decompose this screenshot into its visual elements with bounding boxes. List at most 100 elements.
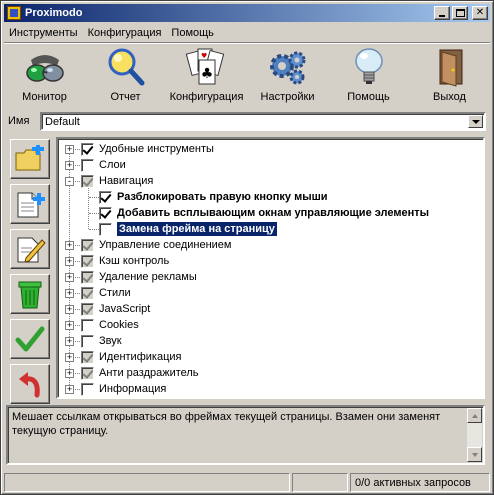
expand-icon[interactable]: +	[65, 289, 74, 298]
tree-item[interactable]: Кэш контроль	[81, 253, 169, 269]
tree-item-checkbox[interactable]	[81, 366, 94, 380]
tree-item[interactable]: Разблокировать правую кнопку мыши	[99, 189, 328, 205]
expand-icon[interactable]: +	[65, 353, 74, 362]
report-label: Отчет	[110, 91, 141, 103]
tree-branch-line	[89, 229, 99, 230]
edit-icon	[17, 237, 46, 263]
glasses-icon	[23, 46, 67, 88]
gears-icon	[266, 46, 310, 88]
tree-item[interactable]: JavaScript	[81, 301, 150, 317]
expand-icon[interactable]: +	[65, 145, 74, 154]
maximize-icon	[455, 9, 465, 17]
tree-item-checkbox[interactable]	[81, 174, 94, 188]
tree-item-checkbox[interactable]	[81, 286, 94, 300]
tree-item-checkbox[interactable]	[81, 302, 94, 316]
monitor-label: Монитор	[22, 91, 67, 103]
magnifier-icon	[104, 46, 148, 88]
tree-item-checkbox[interactable]	[81, 254, 94, 268]
tree-branch-line	[89, 197, 99, 198]
new-folder-icon	[15, 145, 44, 171]
tree-item[interactable]: Анти раздражитель	[81, 365, 199, 381]
menu-help[interactable]: Помощь	[166, 27, 219, 39]
tree-item-label: Информация	[99, 383, 167, 395]
scroll-down-icon[interactable]	[467, 447, 482, 462]
close-icon: ✕	[475, 7, 485, 18]
monitor-button[interactable]: Монитор	[4, 45, 85, 105]
tree-item-checkbox[interactable]	[81, 318, 94, 332]
status-pane-2	[292, 473, 348, 492]
tree-item-checkbox[interactable]	[81, 270, 94, 284]
description-scrollbar[interactable]	[467, 408, 482, 462]
svg-text:♥: ♥	[201, 52, 207, 60]
menu-tools[interactable]: Инструменты	[4, 27, 83, 39]
exit-label: Выход	[433, 91, 466, 103]
configuration-label: Конфигурация	[169, 91, 244, 103]
expand-icon[interactable]: +	[65, 273, 74, 282]
expand-icon[interactable]: +	[65, 321, 74, 330]
tree-item[interactable]: Звук	[81, 333, 122, 349]
tree-item[interactable]: Навигация	[81, 173, 153, 189]
expand-icon[interactable]: +	[65, 369, 74, 378]
tree-item-checkbox[interactable]	[99, 190, 112, 204]
report-button[interactable]: Отчет	[85, 45, 166, 105]
tree-item[interactable]: Замена фрейма на страницу	[99, 221, 277, 237]
tree-item-checkbox[interactable]	[99, 206, 112, 220]
settings-label: Настройки	[260, 91, 315, 103]
trash-icon	[18, 281, 42, 309]
tree-item-checkbox[interactable]	[81, 334, 94, 348]
exit-button[interactable]: Выход	[409, 45, 490, 105]
status-bar: 0/0 активных запросов	[4, 473, 490, 492]
tree-item[interactable]: Слои	[81, 157, 126, 173]
tree-branch-line	[89, 213, 99, 214]
maximize-button[interactable]	[452, 6, 468, 20]
settings-button[interactable]: Настройки	[247, 45, 328, 105]
collapse-icon[interactable]: -	[65, 177, 74, 186]
edit-button[interactable]	[10, 229, 50, 269]
chevron-down-icon[interactable]	[468, 115, 483, 128]
delete-button[interactable]	[10, 274, 50, 314]
expand-icon[interactable]: +	[65, 385, 74, 394]
name-label: Имя	[8, 115, 30, 127]
tree-item[interactable]: Стили	[81, 285, 131, 301]
scroll-up-icon[interactable]	[467, 408, 482, 423]
tree-item[interactable]: Cookies	[81, 317, 139, 333]
new-folder-button[interactable]	[10, 139, 50, 179]
new-filter-button[interactable]	[10, 184, 50, 224]
apply-button[interactable]	[10, 319, 50, 359]
close-button[interactable]: ✕	[472, 6, 488, 20]
undo-button[interactable]	[10, 364, 50, 404]
toolbar: Монитор Отчет ♣ ♥ Конфигурация Настройки…	[4, 45, 490, 105]
tree-item-checkbox[interactable]	[81, 158, 94, 172]
description-text: Мешает ссылкам открываться во фреймах те…	[12, 411, 441, 437]
expand-icon[interactable]: +	[65, 305, 74, 314]
tree-item-checkbox[interactable]	[81, 238, 94, 252]
tree-item-label: Замена фрейма на страницу	[117, 222, 277, 236]
tree-item[interactable]: Управление соединением	[81, 237, 231, 253]
title-bar[interactable]: Proximodo ✕	[4, 4, 490, 22]
expand-icon[interactable]: +	[65, 337, 74, 346]
help-button[interactable]: Помощь	[328, 45, 409, 105]
tree-item-checkbox[interactable]	[81, 350, 94, 364]
filter-tree[interactable]: + Удобные инструменты + Слои - Навигация Разбл…	[56, 137, 485, 399]
door-icon	[428, 46, 472, 88]
tree-item[interactable]: Идентификация	[81, 349, 181, 365]
expand-icon[interactable]: +	[65, 241, 74, 250]
configuration-button[interactable]: ♣ ♥ Конфигурация	[166, 45, 247, 105]
main-window: Proximodo ✕ Инструменты Конфигурация Пом…	[0, 0, 494, 495]
minimize-button[interactable]	[434, 6, 450, 20]
tree-item[interactable]: Добавить всплывающим окнам управляющие э…	[99, 205, 429, 221]
tree-item-checkbox[interactable]	[99, 222, 112, 236]
name-select[interactable]: Default	[40, 112, 486, 131]
status-requests-text: 0/0 активных запросов	[355, 476, 471, 489]
expand-icon[interactable]: +	[65, 257, 74, 266]
tree-item-checkbox[interactable]	[81, 382, 94, 396]
tree-item-label: Анти раздражитель	[99, 367, 199, 379]
tree-item[interactable]: Информация	[81, 381, 166, 397]
description-box[interactable]: Мешает ссылкам открываться во фреймах те…	[6, 405, 485, 465]
app-icon	[7, 6, 21, 20]
tree-item[interactable]: Удобные инструменты	[81, 141, 214, 157]
menu-configuration[interactable]: Конфигурация	[83, 27, 167, 39]
tree-item[interactable]: Удаление рекламы	[81, 269, 197, 285]
tree-item-checkbox[interactable]	[81, 142, 94, 156]
expand-icon[interactable]: +	[65, 161, 74, 170]
